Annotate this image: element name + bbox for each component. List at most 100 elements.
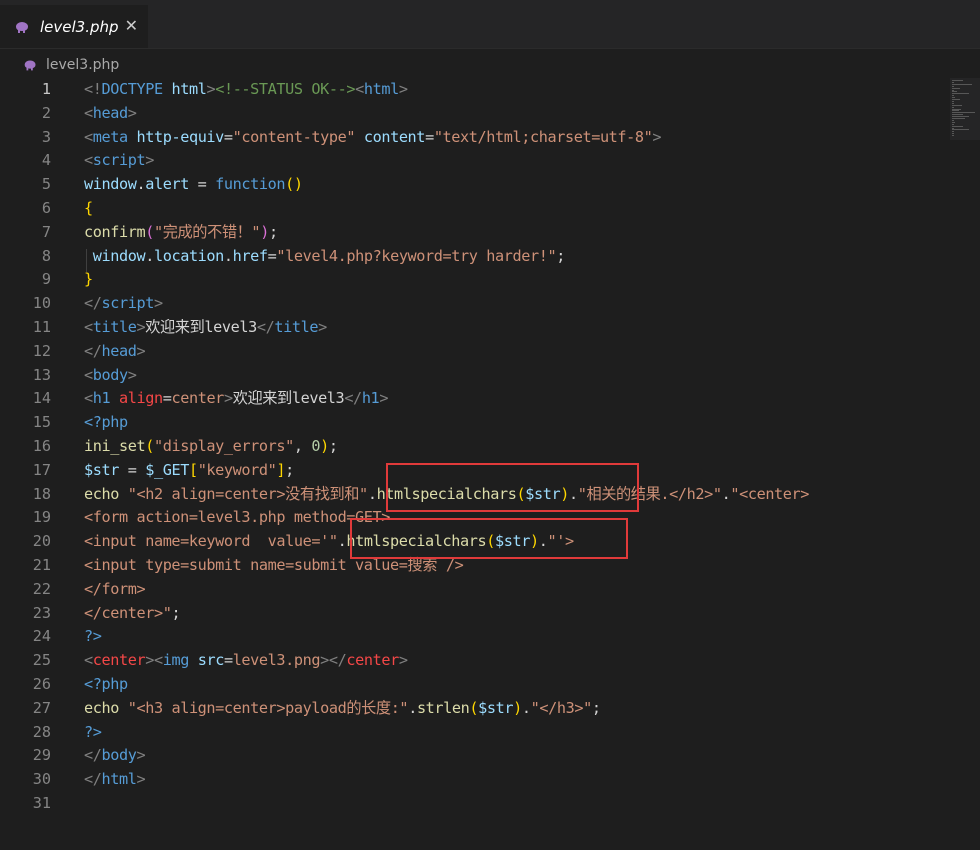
code-token: script bbox=[101, 294, 155, 313]
line-number: 16 bbox=[32, 437, 51, 455]
code-line[interactable]: 14 <h1 align=center>欢迎来到level3</h1> bbox=[0, 387, 980, 411]
code-text[interactable]: ?> bbox=[84, 721, 102, 745]
close-icon[interactable]: ✕ bbox=[125, 16, 138, 35]
minimap[interactable] bbox=[950, 78, 980, 140]
code-token: <! bbox=[84, 80, 102, 98]
code-token: alert bbox=[145, 175, 189, 194]
code-token: < bbox=[84, 151, 93, 170]
code-text[interactable]: ini_set("display_errors", 0); bbox=[84, 435, 338, 459]
code-text[interactable]: <body> bbox=[84, 364, 137, 388]
code-token: "content-type" bbox=[232, 127, 356, 146]
line-number: 11 bbox=[32, 318, 51, 336]
code-text[interactable]: $str = $_GET["keyword"]; bbox=[84, 459, 294, 483]
code-text[interactable]: <meta http-equiv="content-type" content=… bbox=[84, 126, 662, 150]
code-line[interactable]: 13 <body> bbox=[0, 364, 980, 388]
code-line[interactable]: 7 confirm("完成的不错！"); bbox=[0, 221, 980, 245]
code-token: meta bbox=[92, 127, 128, 146]
code-token: ] bbox=[276, 460, 286, 479]
code-token: ; bbox=[268, 222, 278, 241]
code-text[interactable]: } bbox=[84, 268, 93, 292]
line-number: 14 bbox=[32, 389, 51, 408]
code-text[interactable]: <head> bbox=[84, 102, 137, 126]
code-text[interactable]: </head> bbox=[84, 340, 146, 364]
code-token: </ bbox=[344, 389, 362, 408]
code-text[interactable]: </script> bbox=[84, 292, 163, 316]
code-line[interactable]: 4 <script> bbox=[0, 149, 980, 173]
code-text[interactable]: <h1 align=center>欢迎来到level3</h1> bbox=[84, 387, 388, 411]
code-line[interactable]: 16 ini_set("display_errors", 0); bbox=[0, 435, 980, 459]
code-token: </ bbox=[84, 770, 102, 789]
code-token: = bbox=[118, 460, 146, 479]
minimap-line bbox=[952, 99, 960, 100]
code-line[interactable]: 31 bbox=[0, 792, 980, 816]
code-token: ; bbox=[285, 460, 294, 479]
code-text[interactable]: { bbox=[84, 197, 93, 221]
code-token: . bbox=[408, 698, 417, 717]
code-line[interactable]: 1 <!DOCTYPE html><!--STATUS OK--><html> bbox=[0, 78, 980, 102]
code-token: > bbox=[379, 389, 389, 408]
code-line[interactable]: 8 window.location.href="level4.php?keywo… bbox=[0, 245, 980, 269]
code-text[interactable]: window.alert = function() bbox=[84, 173, 303, 197]
code-line[interactable]: 24 ?> bbox=[0, 625, 980, 649]
tab-level3-php[interactable]: level3.php ✕ bbox=[0, 5, 148, 48]
code-line[interactable]: 29 </body> bbox=[0, 744, 980, 768]
code-line[interactable]: 11 <title>欢迎来到level3</title> bbox=[0, 316, 980, 340]
code-line[interactable]: 2 <head> bbox=[0, 102, 980, 126]
code-token: "keyword" bbox=[197, 460, 277, 479]
code-text[interactable]: </body> bbox=[84, 744, 146, 768]
code-line[interactable]: 10 </script> bbox=[0, 292, 980, 316]
breadcrumb[interactable]: level3.php bbox=[0, 52, 980, 78]
code-token: body bbox=[101, 746, 137, 765]
code-text[interactable]: <form action=level3.php method=GET> bbox=[84, 506, 390, 530]
code-text[interactable]: window.location.href="level4.php?keyword… bbox=[84, 245, 566, 269]
code-line[interactable]: 26 <?php bbox=[0, 673, 980, 697]
code-text[interactable]: <title>欢迎来到level3</title> bbox=[84, 316, 327, 340]
line-number: 30 bbox=[32, 770, 51, 789]
code-token: html bbox=[171, 80, 207, 98]
code-token: . bbox=[521, 698, 531, 717]
code-token: http-equiv bbox=[136, 127, 224, 146]
code-text[interactable]: confirm("完成的不错！"); bbox=[84, 221, 278, 245]
breadcrumb-file[interactable]: level3.php bbox=[46, 57, 119, 73]
code-token: > bbox=[127, 103, 137, 122]
code-line[interactable]: 25 <center><img src=level3.png></center> bbox=[0, 649, 980, 673]
line-number: 24 bbox=[32, 627, 51, 646]
code-token: "level4.php?keyword=try harder!" bbox=[276, 246, 557, 265]
code-token: . bbox=[145, 246, 154, 265]
minimap-line bbox=[952, 102, 954, 104]
code-token: center bbox=[346, 651, 399, 670]
code-token: content bbox=[363, 127, 426, 146]
code-line[interactable]: 9} bbox=[0, 268, 980, 292]
code-text[interactable]: <?php bbox=[84, 673, 128, 697]
php-elephant-icon bbox=[14, 20, 32, 34]
code-line[interactable]: 6{ bbox=[0, 197, 980, 221]
code-token: href bbox=[232, 246, 268, 265]
code-text[interactable]: </center>"; bbox=[84, 602, 181, 626]
code-line[interactable]: 30 </html> bbox=[0, 768, 980, 792]
code-token: = bbox=[188, 175, 216, 194]
code-token: "</h3>" bbox=[530, 698, 593, 717]
code-line[interactable]: 12 </head> bbox=[0, 340, 980, 364]
line-number: 12 bbox=[32, 341, 51, 360]
code-text[interactable]: <center><img src=level3.png></center> bbox=[84, 649, 408, 673]
code-token: echo bbox=[84, 698, 119, 717]
code-text[interactable]: ?> bbox=[84, 625, 102, 649]
code-line[interactable]: 3 <meta http-equiv="content-type" content… bbox=[0, 126, 980, 150]
line-number: 17 bbox=[32, 460, 51, 479]
code-line[interactable]: 27 echo "<h3 align=center>payload的长度:".st… bbox=[0, 697, 980, 721]
code-text[interactable]: <?php bbox=[84, 411, 128, 435]
code-line[interactable]: 5 window.alert = function() bbox=[0, 173, 980, 197]
code-token: , bbox=[293, 437, 312, 455]
code-text[interactable]: </html> bbox=[84, 768, 146, 792]
code-text[interactable]: <script> bbox=[84, 149, 154, 173]
code-token: title bbox=[274, 318, 319, 336]
code-token: "display_errors" bbox=[153, 437, 294, 455]
code-line[interactable]: 28 ?> bbox=[0, 721, 980, 745]
code-line[interactable]: 23 </center>"; bbox=[0, 602, 980, 626]
code-line[interactable]: 15 <?php bbox=[0, 411, 980, 435]
code-text[interactable]: echo "<h3 align=center>payload的长度:".strl… bbox=[84, 697, 601, 721]
code-text[interactable]: </form> bbox=[84, 578, 146, 602]
code-line[interactable]: 22 </form> bbox=[0, 578, 980, 602]
code-text[interactable]: <!DOCTYPE html><!--STATUS OK--><html> bbox=[84, 78, 408, 102]
